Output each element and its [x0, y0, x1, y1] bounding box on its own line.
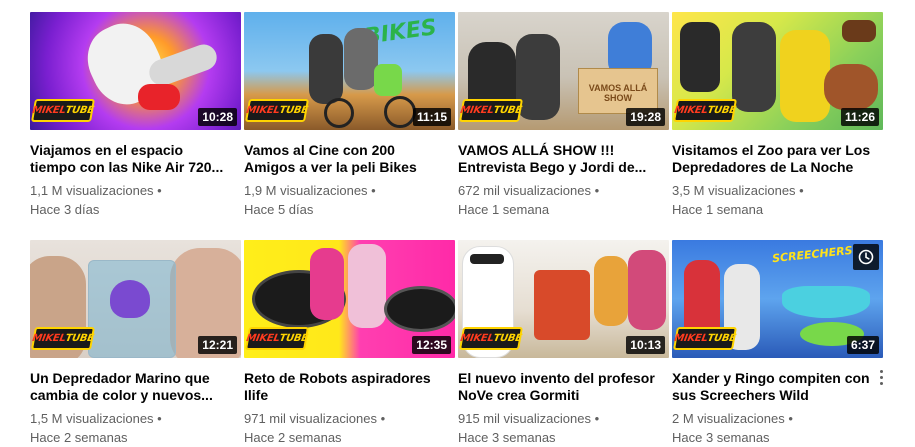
video-duration: 19:28	[626, 108, 665, 126]
bat-toy	[842, 20, 876, 42]
view-count: 1,5 M visualizaciones •	[30, 411, 162, 426]
video-card[interactable]: MIKEL TUBE 12:35 Reto de Robots aspirador…	[244, 240, 455, 447]
channel-logo: MIKEL TUBE	[244, 327, 310, 350]
more-actions-button[interactable]	[873, 365, 889, 389]
upload-age: Hace 3 días	[30, 202, 100, 217]
video-thumbnail[interactable]: MIKEL TUBE 11:26	[672, 12, 883, 130]
upload-age: Hace 3 semanas	[458, 430, 556, 445]
video-title[interactable]: Vamos al Cine con 200 Amigos a ver la pe…	[244, 142, 444, 176]
view-count: 915 mil visualizaciones •	[458, 411, 600, 426]
person-figure	[309, 34, 343, 104]
person-figure	[348, 244, 386, 328]
clock-icon	[858, 249, 874, 265]
channel-logo: MIKEL TUBE	[672, 327, 738, 350]
channel-logo: MIKEL TUBE	[30, 327, 96, 350]
video-thumbnail[interactable]: MIKEL TUBE 10:13	[458, 240, 669, 358]
video-thumbnail[interactable]: MIKEL TUBE 12:21	[30, 240, 241, 358]
video-card[interactable]: SCREECHERS MIKEL TUBE 6:37 Xander y Ringo…	[672, 240, 883, 447]
view-count: 672 mil visualizaciones •	[458, 183, 600, 198]
person-figure	[344, 28, 378, 90]
person-figure	[594, 256, 628, 326]
bike-mascot	[374, 64, 402, 96]
video-card[interactable]: VAMOS ALLÁ SHOW MIKEL TUBE 19:28 VAMOS AL…	[458, 12, 669, 219]
video-card[interactable]: BIKES MIKEL TUBE 11:15 Vamos al Cine con …	[244, 12, 455, 219]
video-thumbnail[interactable]: BIKES MIKEL TUBE 11:15	[244, 12, 455, 130]
video-duration: 11:15	[412, 108, 451, 126]
view-count: 1,9 M visualizaciones •	[244, 183, 376, 198]
view-count: 2 M visualizaciones •	[672, 411, 793, 426]
video-duration: 10:28	[198, 108, 237, 126]
bike-wheel	[324, 98, 354, 128]
dot-icon	[879, 381, 883, 385]
bike-wheel	[384, 96, 416, 128]
video-card[interactable]: MIKEL TUBE 12:21 Un Depredador Marino que…	[30, 240, 241, 447]
screecher-car	[782, 286, 870, 318]
upload-age: Hace 2 semanas	[244, 430, 342, 445]
video-title[interactable]: Un Depredador Marino que cambia de color…	[30, 370, 230, 404]
channel-logo: MIKEL TUBE	[30, 99, 96, 122]
gorilla-toy	[680, 22, 720, 92]
channel-logo: MIKEL TUBE	[458, 99, 524, 122]
video-duration: 12:35	[412, 336, 451, 354]
video-card[interactable]: MIKEL TUBE 10:28 Viajamos en el espacio t…	[30, 12, 241, 219]
video-thumbnail[interactable]: MIKEL TUBE 10:28	[30, 12, 241, 130]
person-figure	[780, 30, 830, 122]
person-figure	[732, 22, 776, 112]
video-title[interactable]: VAMOS ALLÁ SHOW !!! Entrevista Bego y Jo…	[458, 142, 658, 176]
video-title[interactable]: Visitamos el Zoo para ver Los Depredador…	[672, 142, 872, 176]
channel-logo: MIKEL TUBE	[244, 99, 310, 122]
video-thumbnail[interactable]: VAMOS ALLÁ SHOW MIKEL TUBE 19:28	[458, 12, 669, 130]
video-title[interactable]: Xander y Ringo compiten con sus Screeche…	[672, 370, 872, 404]
watch-later-button[interactable]	[853, 244, 879, 270]
creature-toy	[824, 64, 878, 110]
video-duration: 12:21	[198, 336, 237, 354]
octopus-toy	[110, 280, 150, 318]
person-figure	[628, 250, 666, 330]
video-title[interactable]: El nuevo invento del profesor NoVe crea …	[458, 370, 658, 404]
video-duration: 6:37	[846, 336, 879, 354]
video-card[interactable]: MIKEL TUBE 10:13 El nuevo invento del pro…	[458, 240, 669, 447]
view-count: 971 mil visualizaciones •	[244, 411, 386, 426]
gormiti-toy	[534, 270, 590, 340]
video-duration: 10:13	[626, 336, 665, 354]
upload-age: Hace 1 semana	[458, 202, 550, 217]
video-thumbnail[interactable]: MIKEL TUBE 12:35	[244, 240, 455, 358]
video-card[interactable]: MIKEL TUBE 11:26 Visitamos el Zoo para ve…	[672, 12, 883, 219]
person-figure	[310, 248, 344, 320]
view-count: 3,5 M visualizaciones •	[672, 183, 804, 198]
video-title[interactable]: Viajamos en el espacio tiempo con las Ni…	[30, 142, 230, 176]
channel-logo: MIKEL TUBE	[458, 327, 524, 350]
sunglasses	[470, 254, 504, 264]
upload-age: Hace 2 semanas	[30, 430, 128, 445]
channel-logo: MIKEL TUBE	[672, 99, 738, 122]
video-title[interactable]: Reto de Robots aspiradores Ilife	[244, 370, 444, 404]
dot-icon	[879, 369, 883, 373]
upload-age: Hace 5 días	[244, 202, 314, 217]
dot-icon	[879, 375, 883, 379]
view-count: 1,1 M visualizaciones •	[30, 183, 162, 198]
upload-age: Hace 1 semana	[672, 202, 764, 217]
video-duration: 11:26	[840, 108, 879, 126]
video-thumbnail[interactable]: SCREECHERS MIKEL TUBE 6:37	[672, 240, 883, 358]
robot-vacuum	[384, 286, 455, 332]
upload-age: Hace 3 semanas	[672, 430, 770, 445]
sneaker-shape	[138, 84, 180, 110]
